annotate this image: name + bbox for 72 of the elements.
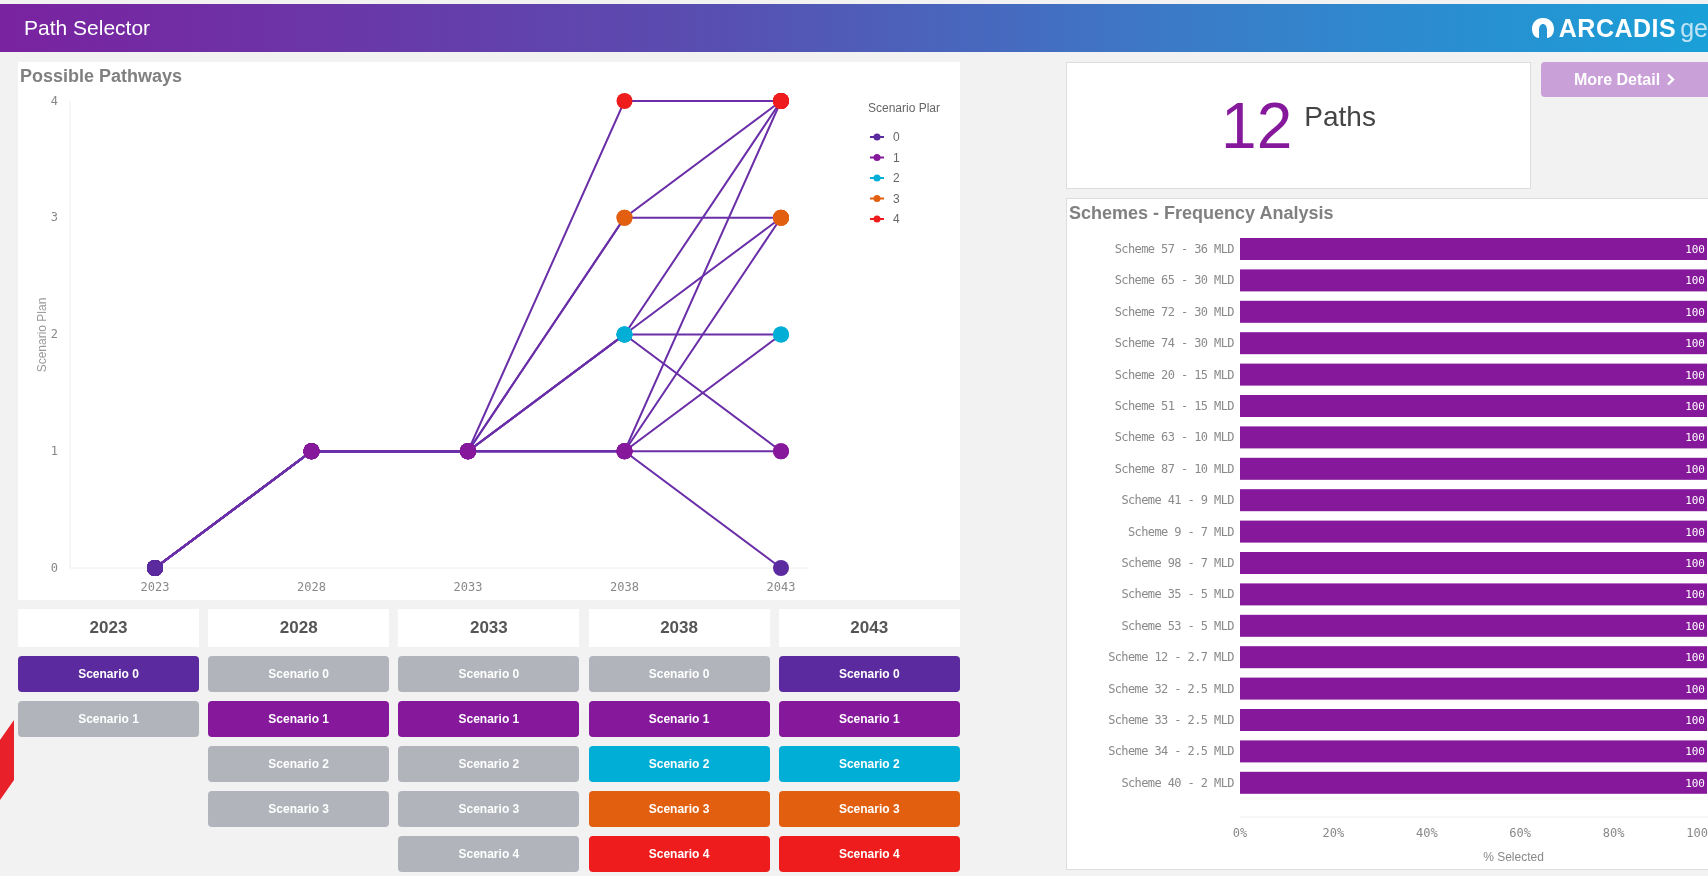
axis-tick-label: 2043 <box>766 580 796 594</box>
value-label: 100 <box>1685 776 1705 790</box>
logo-text: ge <box>1680 13 1708 43</box>
legend-label: 2 <box>893 171 900 185</box>
category-label: Scheme 40 - 2 MLD <box>1121 775 1234 790</box>
category-label: Scheme 74 - 30 MLD <box>1114 336 1234 351</box>
app-title: Path Selector <box>24 16 151 40</box>
category-label: Scheme 35 - 5 MLD <box>1121 587 1234 602</box>
value-label: 100 <box>1685 494 1705 508</box>
value-label: 100 <box>1685 557 1705 570</box>
axis-tick-label: 1 <box>50 443 58 458</box>
axis-tick-label: 20% <box>1322 826 1345 840</box>
chart-title: Schemes - Frequency Analysis <box>1068 202 1335 225</box>
value-label: 100 <box>1685 400 1705 413</box>
value-label: 100 <box>1685 243 1705 256</box>
axis-tick-label: 2038 <box>610 580 639 594</box>
category-label: Scheme 53 - 5 MLD <box>1121 618 1234 633</box>
year-header: 2038 <box>588 609 770 647</box>
value-label: 100 <box>1685 462 1705 476</box>
value-label: 100 <box>1685 619 1705 633</box>
value-label: 100 <box>1685 651 1705 665</box>
axis-tick-label: 0% <box>1232 826 1248 840</box>
value-label: 100 <box>1685 525 1705 539</box>
axis-tick-label: 40% <box>1415 826 1438 840</box>
count-unit: Paths <box>1304 100 1376 133</box>
category-label: Scheme 72 - 30 MLD <box>1114 304 1234 319</box>
logo-text: ARCADIS <box>1558 13 1677 43</box>
category-label: Scheme 20 - 15 MLD <box>1114 367 1234 382</box>
category-label: Scheme 33 - 2.5 MLD <box>1108 713 1234 727</box>
value-label: 100 <box>1685 431 1705 445</box>
legend-label: 4 <box>893 212 900 226</box>
category-label: Scheme 51 - 15 MLD <box>1114 399 1234 413</box>
axis-tick-label: 80% <box>1602 826 1625 840</box>
axis-tick-label: 4 <box>50 93 58 108</box>
legend-label: 0 <box>893 130 900 144</box>
axis-tick-label: 100 <box>1686 826 1708 840</box>
category-label: Scheme 98 - 7 MLD <box>1121 556 1234 570</box>
axis-tick-label: 2 <box>50 327 58 341</box>
legend-title: Scenario Plar <box>868 101 941 115</box>
value-label: 100 <box>1685 337 1705 351</box>
axis-tick-label: 2023 <box>140 580 170 594</box>
category-label: Scheme 65 - 30 MLD <box>1114 273 1234 288</box>
axis-title: % Selected <box>1483 850 1544 864</box>
value-label: 100 <box>1685 745 1705 759</box>
axis-tick-label: 60% <box>1509 826 1532 840</box>
legend-label: 3 <box>893 191 900 206</box>
axis-tick-label: 0 <box>50 560 58 575</box>
year-header: 2033 <box>398 609 580 647</box>
value-label: 100 <box>1685 305 1705 319</box>
axis-title: Scenario Plan <box>35 297 49 373</box>
category-label: Scheme 34 - 2.5 MLD <box>1108 744 1234 759</box>
axis-tick-label: 3 <box>50 210 58 225</box>
value-label: 100 <box>1685 368 1705 382</box>
axis-tick-label: 2033 <box>453 580 483 594</box>
category-label: Scheme 32 - 2.5 MLD <box>1108 681 1234 696</box>
path-count: 12 <box>1221 93 1293 158</box>
value-label: 100 <box>1685 682 1705 696</box>
value-label: 100 <box>1685 588 1705 602</box>
legend-label: 1 <box>893 150 900 165</box>
category-label: Scheme 9 - 7 MLD <box>1128 524 1234 539</box>
year-header: 2028 <box>208 609 390 647</box>
category-label: Scheme 57 - 36 MLD <box>1114 242 1234 256</box>
category-label: Scheme 87 - 10 MLD <box>1114 461 1234 476</box>
value-label: 100 <box>1685 274 1705 288</box>
value-label: 100 <box>1685 714 1705 727</box>
category-label: Scheme 63 - 10 MLD <box>1114 430 1234 445</box>
chart-title: Possible Pathways <box>19 65 184 88</box>
category-label: Scheme 41 - 9 MLD <box>1121 493 1234 508</box>
category-label: Scheme 12 - 2.7 MLD <box>1108 650 1234 665</box>
year-header: 2043 <box>778 609 960 647</box>
year-header: 2023 <box>18 609 199 647</box>
axis-tick-label: 2028 <box>297 580 326 594</box>
